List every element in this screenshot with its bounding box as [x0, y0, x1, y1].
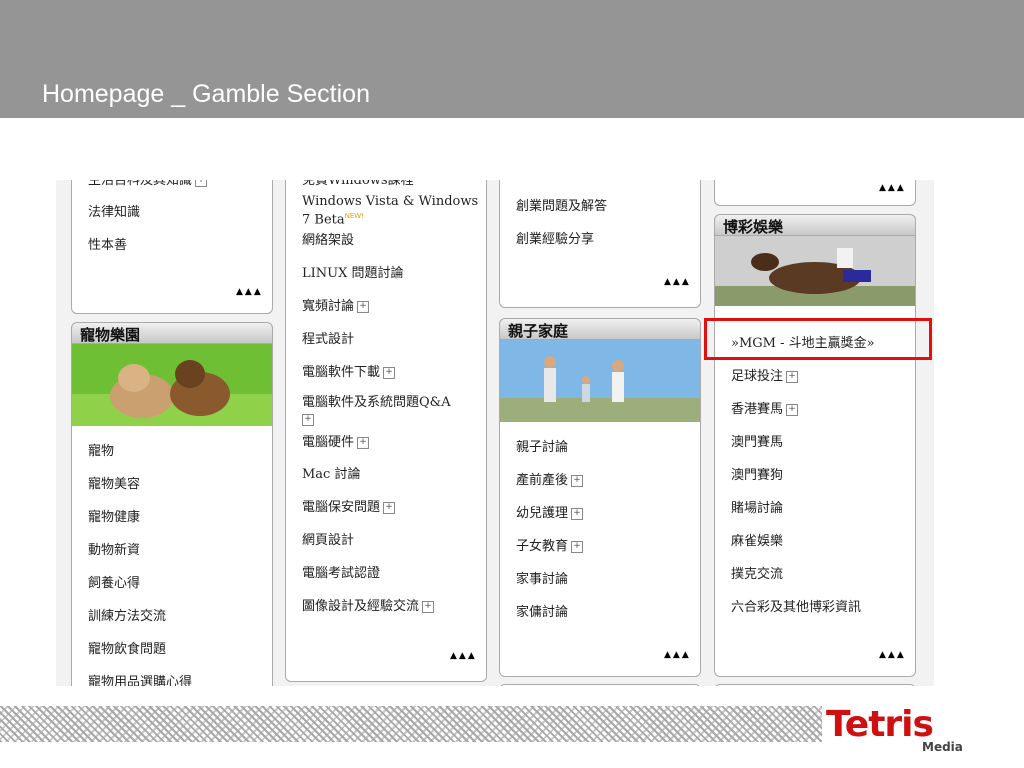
gamble-section-title: 博彩娛樂	[723, 218, 784, 236]
forum-link-linux[interactable]: LINUX 問題討論	[302, 262, 404, 281]
forum-link-macau-dog-racing[interactable]: 澳門賽狗	[731, 464, 783, 483]
forum-link-label: 子女教育	[516, 539, 569, 554]
expand-icon[interactable]: +	[383, 501, 396, 514]
footer-tetris-pattern	[0, 706, 822, 742]
pets-forum-box: 寵物 寵物美容 寵物健康 動物新資 飼養心得 訓練方法交流 寵物飲食問題 寵物用…	[71, 343, 273, 686]
family-section-title: 親子家庭	[508, 322, 569, 340]
forum-link-label: 電腦保安問題	[302, 500, 381, 515]
forum-link-pet-health[interactable]: 寵物健康	[88, 506, 140, 525]
forum-link-label: 生活百科及其知識	[88, 180, 193, 188]
forum-link-software-qa[interactable]: 電腦軟件及系統問題Q&A +	[302, 394, 482, 428]
family-image	[500, 340, 700, 422]
forum-link-casino[interactable]: 賭場討論	[731, 497, 783, 516]
forum-link-windows-vista[interactable]: Windows Vista & Windows 7 BetaNEW!	[302, 194, 484, 228]
forum-link-networking[interactable]: 網絡架設	[302, 229, 354, 248]
forum-link-hardware[interactable]: 電腦硬件 +	[302, 431, 370, 450]
gamble-section-header: 博彩娛樂	[714, 214, 916, 236]
more-arrows-button[interactable]: ▲▲▲	[879, 650, 906, 660]
expand-icon[interactable]: +	[357, 300, 370, 313]
forum-link-graphic-design[interactable]: 圖像設計及經驗交流 +	[302, 595, 435, 614]
expand-icon[interactable]: +	[383, 366, 396, 379]
forum-link-hk-horse-racing[interactable]: 香港賽馬 +	[731, 398, 799, 417]
forum-link-programming[interactable]: 程式設計	[302, 328, 354, 347]
forum-link-label: 產前產後	[516, 473, 569, 488]
forum-link-raising-tips[interactable]: 飼養心得	[88, 572, 140, 591]
expand-icon[interactable]: +	[422, 600, 435, 613]
family-forum-box: 親子討論 產前產後 + 幼兒護理 + 子女教育 + 家事討論 家傭討論 ▲▲▲	[499, 339, 701, 677]
expand-icon[interactable]: +	[571, 507, 584, 520]
mgm-highlight-box	[704, 318, 932, 360]
forum-link-security[interactable]: 電腦保安問題 +	[302, 496, 396, 515]
forum-link-prenatal[interactable]: 產前產後 +	[516, 469, 584, 488]
startup-forum-box: 創業問題及解答 創業經驗分享 ▲▲▲	[499, 180, 701, 308]
forum-link-web-design[interactable]: 網頁設計	[302, 529, 354, 548]
puppies-image	[72, 344, 272, 426]
forum-link-label: 電腦軟件下載	[302, 365, 381, 380]
forum-link-startup-experience[interactable]: 創業經驗分享	[516, 228, 594, 247]
horse-racing-image	[715, 236, 915, 306]
forum-link-housework[interactable]: 家事討論	[516, 568, 568, 587]
forum-link-label: 幼兒護理	[516, 506, 569, 521]
forum-link-windows-course[interactable]: 免費Windows課程	[302, 180, 414, 188]
forum-link-parenting[interactable]: 親子討論	[516, 436, 568, 455]
next-section-box	[714, 684, 916, 686]
expand-icon[interactable]: +	[357, 436, 370, 449]
expand-icon[interactable]: +	[195, 180, 208, 187]
forum-link-mark-six[interactable]: 六合彩及其他博彩資訊	[731, 596, 861, 615]
new-badge: NEW!	[344, 212, 365, 220]
expand-icon[interactable]: +	[786, 370, 799, 383]
tetris-logo: Tetris	[826, 704, 934, 745]
pets-section-header: 寵物樂園	[71, 322, 273, 344]
life-forum-box: 生活百科及其知識+ 法律知識 性本善 ▲▲▲	[71, 180, 273, 314]
forum-link-good-nature[interactable]: 性本善	[88, 234, 127, 253]
forum-link-mahjong[interactable]: 麻雀娛樂	[731, 530, 783, 549]
more-arrows-button[interactable]: ▲▲▲	[664, 650, 691, 660]
forum-link-domestic-helper[interactable]: 家傭討論	[516, 601, 568, 620]
forum-link-label: Windows Vista & Windows 7 Beta	[302, 194, 479, 228]
slide-title: Homepage _ Gamble Section	[42, 80, 370, 108]
forum-link-broadband[interactable]: 寬頻討論 +	[302, 295, 370, 314]
forum-link-animal-news[interactable]: 動物新資	[88, 539, 140, 558]
more-arrows-button[interactable]: ▲▲▲	[450, 651, 477, 661]
forum-link-label: 圖像設計及經驗交流	[302, 599, 420, 614]
forum-link-infant-care[interactable]: 幼兒護理 +	[516, 502, 584, 521]
website-screenshot: 生活百科及其知識+ 法律知識 性本善 ▲▲▲ 寵物樂園 寵物 寵物美容 寵物健康…	[56, 180, 934, 686]
forum-link-pet-supplies[interactable]: 寵物用品選購心得	[88, 671, 192, 686]
forum-link-life-knowledge[interactable]: 生活百科及其知識+	[88, 180, 208, 188]
prev-forum-box: ▲▲▲	[714, 180, 916, 206]
forum-link-label: 電腦軟件及系統問題Q&A	[302, 395, 451, 410]
next-section-box	[499, 684, 701, 686]
forum-link-startup-qa[interactable]: 創業問題及解答	[516, 195, 607, 214]
forum-link-law[interactable]: 法律知識	[88, 201, 140, 220]
forum-link-pet-grooming[interactable]: 寵物美容	[88, 473, 140, 492]
forum-link-label: 寬頻討論	[302, 299, 355, 314]
expand-icon[interactable]: +	[571, 540, 584, 553]
computer-forum-box: 免費Windows課程 Windows Vista & Windows 7 Be…	[285, 180, 487, 682]
forum-link-macau-horse-racing[interactable]: 澳門賽馬	[731, 431, 783, 450]
gamble-forum-box: »MGM - 斗地主贏獎金» 足球投注 + 香港賽馬 + 澳門賽馬 澳門賽狗 賭場討…	[714, 235, 916, 677]
forum-link-poker[interactable]: 撲克交流	[731, 563, 783, 582]
more-arrows-button[interactable]: ▲▲▲	[664, 277, 691, 287]
expand-icon[interactable]: +	[786, 403, 799, 416]
expand-icon[interactable]: +	[302, 413, 314, 426]
forum-link-label: 電腦硬件	[302, 435, 355, 450]
forum-link-mac[interactable]: Mac 討論	[302, 463, 360, 482]
forum-link-certification[interactable]: 電腦考試認證	[302, 562, 380, 581]
forum-link-software-download[interactable]: 電腦軟件下載 +	[302, 361, 396, 380]
forum-link-label: 足球投注	[731, 369, 784, 384]
expand-icon[interactable]: +	[571, 474, 584, 487]
forum-link-training[interactable]: 訓練方法交流	[88, 605, 166, 624]
forum-link-football-betting[interactable]: 足球投注 +	[731, 365, 799, 384]
forum-link-label: 香港賽馬	[731, 402, 784, 417]
more-arrows-button[interactable]: ▲▲▲	[236, 287, 263, 297]
forum-link-education[interactable]: 子女教育 +	[516, 535, 584, 554]
more-arrows-button[interactable]: ▲▲▲	[879, 183, 906, 193]
pets-section-title: 寵物樂園	[80, 326, 141, 344]
media-logo-text: Media	[922, 740, 963, 754]
forum-link-pet-diet[interactable]: 寵物飲食問題	[88, 638, 166, 657]
forum-link-pets[interactable]: 寵物	[88, 440, 114, 459]
family-section-header: 親子家庭	[499, 318, 701, 340]
